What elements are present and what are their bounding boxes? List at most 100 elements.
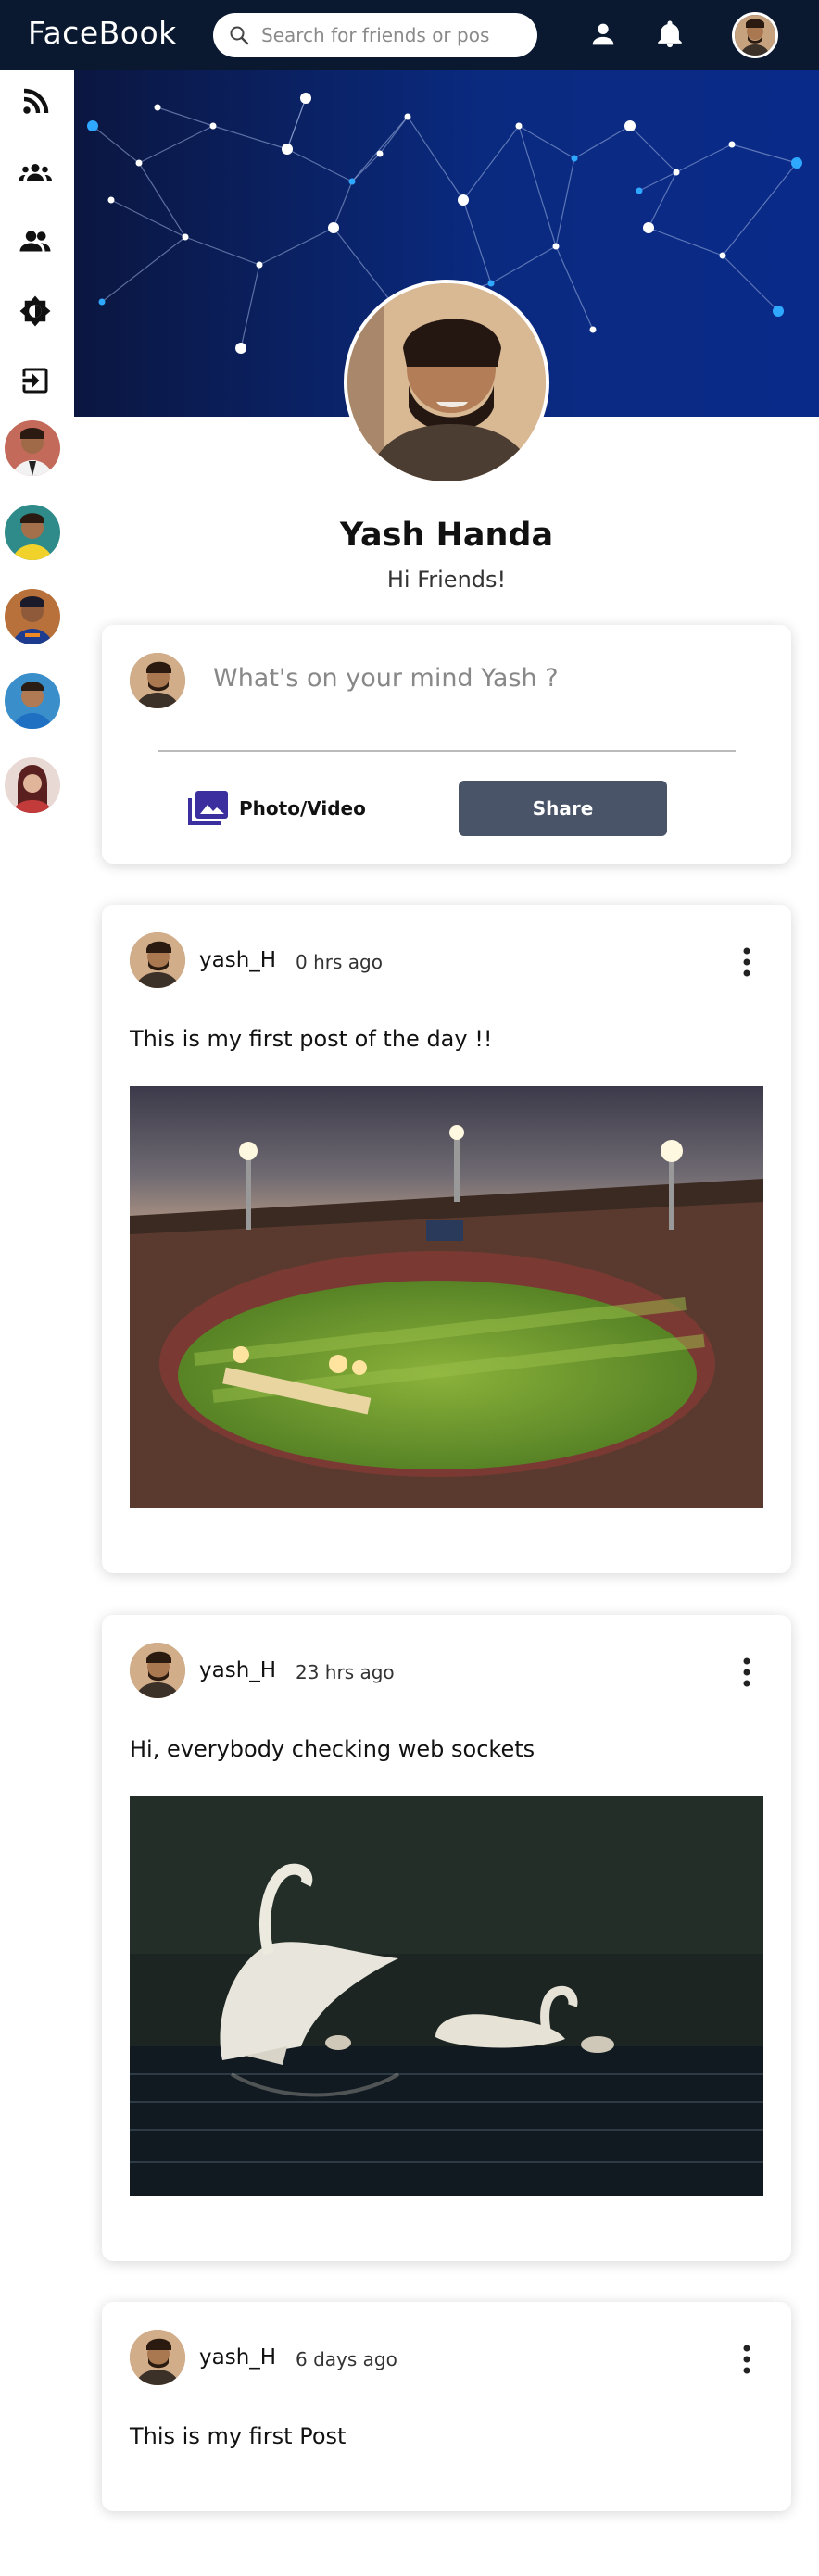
- network-line: [573, 125, 631, 159]
- friend-avatar[interactable]: [5, 420, 60, 476]
- network-node: [107, 196, 115, 204]
- network-line: [351, 153, 381, 182]
- share-card: What's on your mind Yash ? Photo/Video S…: [102, 625, 791, 864]
- network-node: [773, 306, 784, 317]
- profile-picture[interactable]: [344, 280, 549, 485]
- post-timestamp: 0 hrs ago: [296, 951, 383, 973]
- network-node: [515, 122, 523, 130]
- post-image[interactable]: [130, 1796, 763, 2196]
- network-node: [235, 343, 246, 354]
- network-node: [98, 298, 106, 306]
- network-line: [722, 162, 798, 256]
- network-node: [624, 120, 636, 131]
- network-node: [458, 194, 469, 206]
- network-node: [87, 120, 98, 131]
- network-line: [731, 144, 798, 164]
- search-bar[interactable]: [213, 13, 537, 57]
- post-author-avatar[interactable]: [130, 932, 185, 988]
- network-line: [462, 199, 492, 284]
- network-node: [256, 261, 263, 269]
- post-author-avatar[interactable]: [130, 1643, 185, 1698]
- photo-library-icon: [188, 791, 228, 825]
- post-username[interactable]: yash_H: [199, 1658, 276, 1682]
- network-node: [552, 243, 560, 250]
- network-line: [138, 125, 214, 164]
- network-line: [629, 125, 677, 173]
- post-author-avatar[interactable]: [130, 2330, 185, 2385]
- network-node: [636, 187, 643, 194]
- share-button[interactable]: Share: [459, 781, 667, 836]
- photo-video-label: Photo/Video: [239, 797, 366, 819]
- person-icon[interactable]: [587, 19, 619, 50]
- network-line: [555, 157, 575, 247]
- post-timestamp: 23 hrs ago: [296, 1661, 395, 1683]
- network-line: [722, 255, 779, 312]
- network-line: [157, 106, 214, 127]
- network-line: [286, 148, 353, 182]
- more-options-icon[interactable]: [739, 945, 754, 979]
- groups-icon[interactable]: [19, 156, 52, 189]
- search-input[interactable]: [261, 22, 525, 48]
- notification-bell-icon[interactable]: [654, 19, 686, 50]
- network-line: [184, 236, 260, 266]
- network-line: [92, 125, 140, 164]
- network-node: [571, 155, 578, 162]
- network-line: [258, 227, 334, 266]
- left-sidebar: [0, 70, 74, 2576]
- network-line: [490, 245, 557, 284]
- network-node: [791, 157, 802, 169]
- profile-bio: Hi Friends!: [386, 567, 507, 593]
- divider: [158, 750, 736, 752]
- post-image[interactable]: [130, 1086, 763, 1508]
- brightness-icon[interactable]: [19, 294, 52, 328]
- friend-avatar[interactable]: [5, 505, 60, 560]
- rss-feed-icon[interactable]: [19, 85, 52, 119]
- user-avatar[interactable]: [732, 12, 778, 58]
- network-line: [379, 116, 409, 155]
- network-line: [648, 171, 677, 229]
- network-line: [212, 125, 288, 150]
- post-username[interactable]: yash_H: [199, 2345, 276, 2370]
- network-node: [328, 222, 339, 233]
- network-node: [300, 93, 311, 104]
- network-node: [154, 104, 161, 111]
- photo-video-button[interactable]: Photo/Video: [187, 788, 366, 829]
- network-line: [407, 116, 464, 201]
- network-line: [675, 144, 733, 173]
- profile-name: Yash Handa: [339, 517, 554, 554]
- post-username[interactable]: yash_H: [199, 948, 276, 972]
- network-line: [648, 227, 724, 256]
- post-text: Hi, everybody checking web sockets: [130, 1736, 536, 1762]
- app-logo[interactable]: FaceBook: [28, 15, 177, 51]
- network-node: [282, 144, 293, 155]
- user-avatar: [130, 653, 185, 708]
- network-node: [673, 169, 680, 176]
- share-input[interactable]: What's on your mind Yash ?: [213, 664, 732, 693]
- network-line: [555, 245, 594, 331]
- post-text: This is my first post of the day !!: [130, 1026, 493, 1052]
- network-node: [728, 141, 736, 148]
- post-timestamp: 6 days ago: [296, 2348, 397, 2370]
- people-icon[interactable]: [19, 225, 52, 258]
- network-line: [351, 116, 409, 182]
- more-options-icon[interactable]: [739, 1656, 754, 1689]
- search-icon: [230, 26, 249, 45]
- post-text: This is my first Post: [130, 2423, 346, 2449]
- friend-avatar[interactable]: [5, 757, 60, 813]
- network-node: [589, 326, 597, 333]
- network-node: [182, 233, 189, 241]
- network-line: [240, 264, 260, 349]
- friend-avatar[interactable]: [5, 673, 60, 729]
- network-line: [638, 171, 677, 192]
- network-node: [404, 113, 411, 120]
- network-line: [333, 181, 353, 229]
- network-node: [209, 122, 217, 130]
- network-node: [643, 222, 654, 233]
- network-node: [348, 178, 356, 185]
- logout-icon[interactable]: [19, 364, 52, 397]
- post-card: yash_H 6 days ago This is my first Post: [102, 2302, 791, 2511]
- friend-avatar[interactable]: [5, 589, 60, 644]
- more-options-icon[interactable]: [739, 2343, 754, 2376]
- network-line: [462, 125, 520, 201]
- network-line: [101, 236, 186, 303]
